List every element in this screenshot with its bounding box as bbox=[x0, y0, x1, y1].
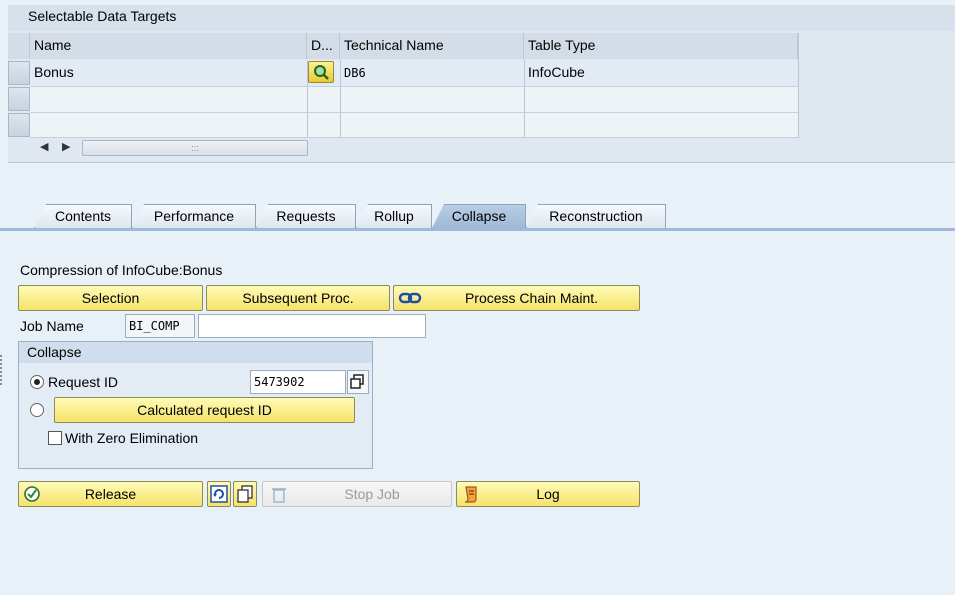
column-header-name[interactable]: Name bbox=[30, 33, 307, 59]
log-scroll-icon bbox=[464, 486, 477, 503]
table-row-empty bbox=[30, 112, 798, 138]
release-button[interactable]: Release bbox=[18, 481, 203, 507]
refresh-button[interactable] bbox=[207, 481, 231, 507]
radio-selected-dot bbox=[34, 379, 40, 385]
chain-link-icon bbox=[398, 292, 422, 304]
column-header-table-type[interactable]: Table Type bbox=[524, 33, 798, 59]
row-selector[interactable] bbox=[8, 61, 30, 85]
request-id-radio[interactable] bbox=[30, 375, 44, 389]
tab-collapse[interactable]: Collapse bbox=[432, 204, 526, 228]
tab-performance[interactable]: Performance bbox=[132, 204, 256, 228]
copy-icon bbox=[350, 374, 364, 389]
job-name-input[interactable] bbox=[198, 314, 426, 338]
release-label: Release bbox=[84, 486, 137, 502]
subsequent-proc-button[interactable]: Subsequent Proc. bbox=[206, 285, 390, 311]
page-heading: Compression of InfoCube:Bonus bbox=[20, 262, 223, 278]
column-header-technical-name[interactable]: Technical Name bbox=[340, 33, 524, 59]
tab-rollup[interactable]: Rollup bbox=[356, 204, 432, 228]
grid-divider bbox=[30, 112, 798, 113]
display-details-button[interactable] bbox=[308, 61, 334, 83]
scroll-right-arrow-icon[interactable]: ▶ bbox=[62, 140, 70, 153]
grid-divider bbox=[30, 86, 798, 87]
horizontal-scrollbar[interactable]: ::: bbox=[82, 140, 308, 156]
scroll-left-arrow-icon[interactable]: ◀ bbox=[40, 140, 48, 153]
clock-check-icon bbox=[24, 486, 40, 502]
row-selector[interactable] bbox=[8, 87, 30, 111]
job-name-label: Job Name bbox=[20, 318, 84, 334]
collapse-group-title: Collapse bbox=[19, 342, 372, 363]
cell-technical-name: DB6 bbox=[344, 66, 366, 80]
request-id-label: Request ID bbox=[48, 374, 119, 390]
cell-table-type: InfoCube bbox=[528, 64, 585, 80]
table-title: Selectable Data Targets bbox=[8, 5, 955, 31]
magnifier-icon bbox=[314, 65, 329, 80]
log-button[interactable]: Log bbox=[456, 481, 640, 507]
request-id-input[interactable]: 5473902 bbox=[250, 370, 346, 394]
stop-job-button[interactable]: Stop Job bbox=[262, 481, 452, 507]
select-all-header[interactable] bbox=[8, 33, 30, 59]
tab-contents[interactable]: Contents bbox=[34, 204, 132, 228]
tab-strip-underline bbox=[0, 228, 955, 231]
job-overview-button[interactable] bbox=[233, 481, 257, 507]
job-name-prefix-field: BI_COMP bbox=[125, 314, 195, 338]
table-row-empty bbox=[30, 86, 798, 112]
zero-elimination-label: With Zero Elimination bbox=[65, 430, 199, 446]
splitter-handle[interactable] bbox=[0, 355, 4, 385]
tab-reconstruction[interactable]: Reconstruction bbox=[526, 204, 666, 228]
selection-button[interactable]: Selection bbox=[18, 285, 203, 311]
documents-icon bbox=[237, 485, 253, 503]
value-help-button[interactable] bbox=[347, 370, 369, 394]
calculated-request-radio[interactable] bbox=[30, 403, 44, 417]
process-chain-maint-button[interactable]: Process Chain Maint. bbox=[393, 285, 640, 311]
grid-divider bbox=[30, 137, 798, 138]
zero-elimination-checkbox[interactable] bbox=[48, 431, 62, 445]
calculated-request-id-button[interactable]: Calculated request ID bbox=[54, 397, 355, 423]
column-header-details[interactable]: D... bbox=[307, 33, 340, 59]
trash-icon bbox=[272, 488, 286, 503]
stop-job-label: Stop Job bbox=[344, 486, 400, 502]
process-chain-maint-label: Process Chain Maint. bbox=[464, 290, 599, 306]
log-label: Log bbox=[536, 486, 560, 502]
tab-requests[interactable]: Requests bbox=[256, 204, 356, 228]
refresh-icon bbox=[210, 485, 228, 503]
grid-divider bbox=[798, 33, 799, 138]
cell-name: Bonus bbox=[34, 64, 74, 80]
row-selector[interactable] bbox=[8, 113, 30, 137]
